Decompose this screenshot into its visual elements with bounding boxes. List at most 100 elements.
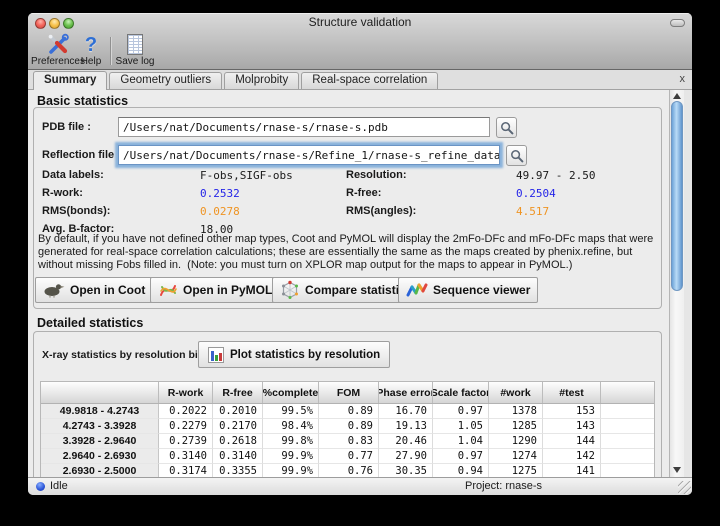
open-in-coot-label: Open in Coot — [70, 283, 145, 297]
data-labels-label: Data labels: — [42, 169, 104, 181]
scroll-down-button[interactable] — [670, 464, 684, 476]
tab-molprobity[interactable]: Molprobity — [224, 72, 299, 89]
cell: 0.89 — [319, 404, 379, 419]
open-in-pymol-label: Open in PyMOL — [183, 283, 272, 297]
cell: 99.9% — [263, 449, 319, 464]
table-row[interactable]: 4.2743 - 3.3928 0.2279 0.2170 98.4% 0.89… — [41, 419, 654, 434]
tab-geometry-outliers[interactable]: Geometry outliers — [109, 72, 222, 89]
table-row[interactable]: 2.6930 - 2.5000 0.3174 0.3355 99.9% 0.76… — [41, 464, 654, 477]
table-row[interactable]: 2.9640 - 2.6930 0.3140 0.3140 99.9% 0.77… — [41, 449, 654, 464]
sequence-viewer-label: Sequence viewer — [433, 283, 530, 297]
cell: 99.9% — [263, 464, 319, 477]
cell: 99.5% — [263, 404, 319, 419]
column-header[interactable]: Phase error — [379, 382, 433, 403]
cell: 0.2010 — [213, 404, 263, 419]
cell: 0.3140 — [159, 449, 213, 464]
cell: 0.89 — [319, 419, 379, 434]
column-header[interactable]: FOM — [319, 382, 379, 403]
cell: 1274 — [489, 449, 543, 464]
cell: 98.4% — [263, 419, 319, 434]
open-in-coot-button[interactable]: Open in Coot — [35, 277, 153, 303]
table-row[interactable]: 3.3928 - 2.9640 0.2739 0.2618 99.8% 0.83… — [41, 434, 654, 449]
resolution-label: Resolution: — [346, 169, 407, 181]
triangle-down-icon — [673, 467, 681, 473]
tab-real-space-correlation[interactable]: Real-space correlation — [301, 72, 438, 89]
resize-grip[interactable] — [678, 481, 691, 494]
coot-bird-icon — [43, 282, 65, 298]
data-labels-value: F-obs,SIGF-obs — [200, 169, 293, 182]
cell: 1285 — [489, 419, 543, 434]
column-header[interactable]: #test — [543, 382, 601, 403]
cell: 153 — [543, 404, 601, 419]
cell: 0.97 — [433, 404, 489, 419]
cell: 0.2022 — [159, 404, 213, 419]
pdb-browse-button[interactable] — [496, 117, 517, 138]
column-header[interactable]: %complete — [263, 382, 319, 403]
column-header[interactable]: #work — [489, 382, 543, 403]
save-log-label: Save log — [116, 57, 155, 67]
column-header[interactable]: Scale factor — [433, 382, 489, 403]
r-work-label: R-work: — [42, 187, 83, 199]
rms-angles-label: RMS(angles): — [346, 205, 416, 217]
bin-range-cell: 2.6930 - 2.5000 — [41, 464, 159, 477]
molecule-hexagon-icon — [280, 280, 300, 300]
sequence-chain-icon — [406, 281, 428, 299]
r-free-value: 0.2504 — [516, 187, 556, 200]
plot-statistics-label: Plot statistics by resolution — [230, 349, 380, 361]
scrollbar-thumb[interactable] — [671, 101, 683, 291]
cell-filler — [601, 449, 654, 464]
cell: 0.2618 — [213, 434, 263, 449]
cell: 0.3174 — [159, 464, 213, 477]
window-title: Structure validation — [28, 13, 692, 31]
save-log-button[interactable]: Save log — [113, 33, 157, 67]
bin-range-cell: 49.9818 - 4.2743 — [41, 404, 159, 419]
cell: 16.70 — [379, 404, 433, 419]
cell: 99.8% — [263, 434, 319, 449]
rms-angles-value: 4.517 — [516, 205, 549, 218]
pdb-file-input[interactable]: /Users/nat/Documents/rnase-s/rnase-s.pdb — [118, 117, 490, 137]
help-button[interactable]: ? Help — [76, 33, 106, 67]
vertical-scrollbar[interactable] — [669, 90, 684, 477]
compare-statistics-label: Compare statistics — [305, 283, 412, 297]
spreadsheet-icon — [127, 33, 143, 56]
notebook-tabbar: Summary Geometry outliers Molprobity Rea… — [28, 70, 692, 90]
zoom-window-button[interactable] — [63, 18, 74, 29]
reflection-file-input[interactable]: /Users/nat/Documents/rnase-s/Refine_1/rn… — [118, 145, 500, 165]
open-in-pymol-button[interactable]: Open in PyMOL — [150, 277, 280, 303]
cell: 0.3140 — [213, 449, 263, 464]
toolbar-separator — [110, 37, 111, 65]
reflection-browse-button[interactable] — [506, 145, 527, 166]
toolbar-toggle-pill-button[interactable] — [670, 19, 685, 27]
window-chrome: Structure validation Preferences ? Help — [28, 13, 692, 70]
help-label: Help — [81, 57, 102, 67]
close-window-button[interactable] — [35, 18, 46, 29]
cell: 27.90 — [379, 449, 433, 464]
triangle-up-icon — [673, 93, 681, 99]
column-header[interactable]: R-work — [159, 382, 213, 403]
bar-chart-icon — [208, 347, 224, 363]
column-header[interactable]: R-free — [213, 382, 263, 403]
plot-statistics-button[interactable]: Plot statistics by resolution — [198, 341, 390, 368]
table-row[interactable]: 49.9818 - 4.2743 0.2022 0.2010 99.5% 0.8… — [41, 404, 654, 419]
bin-range-cell: 2.9640 - 2.6930 — [41, 449, 159, 464]
tab-summary[interactable]: Summary — [33, 71, 107, 90]
minimize-window-button[interactable] — [49, 18, 60, 29]
r-free-label: R-free: — [346, 187, 381, 199]
question-mark-icon: ? — [85, 33, 97, 56]
pdb-file-label: PDB file : — [42, 121, 91, 133]
cell-filler — [601, 404, 654, 419]
cell: 142 — [543, 449, 601, 464]
maps-note-text: By default, if you have not defined othe… — [38, 233, 658, 272]
sequence-viewer-button[interactable]: Sequence viewer — [398, 277, 538, 303]
cell: 1.05 — [433, 419, 489, 434]
rms-bonds-value: 0.0278 — [200, 205, 240, 218]
resolution-bin-table: R-work R-free %complete FOM Phase error … — [40, 381, 655, 477]
cell: 143 — [543, 419, 601, 434]
column-header[interactable] — [41, 382, 159, 403]
content-right-margin — [684, 90, 692, 477]
close-x-icon[interactable]: x — [680, 73, 686, 85]
pymol-ribbon-icon — [158, 281, 178, 299]
r-work-value: 0.2532 — [200, 187, 240, 200]
table-header-row: R-work R-free %complete FOM Phase error … — [41, 382, 654, 404]
bin-range-cell: 4.2743 - 3.3928 — [41, 419, 159, 434]
